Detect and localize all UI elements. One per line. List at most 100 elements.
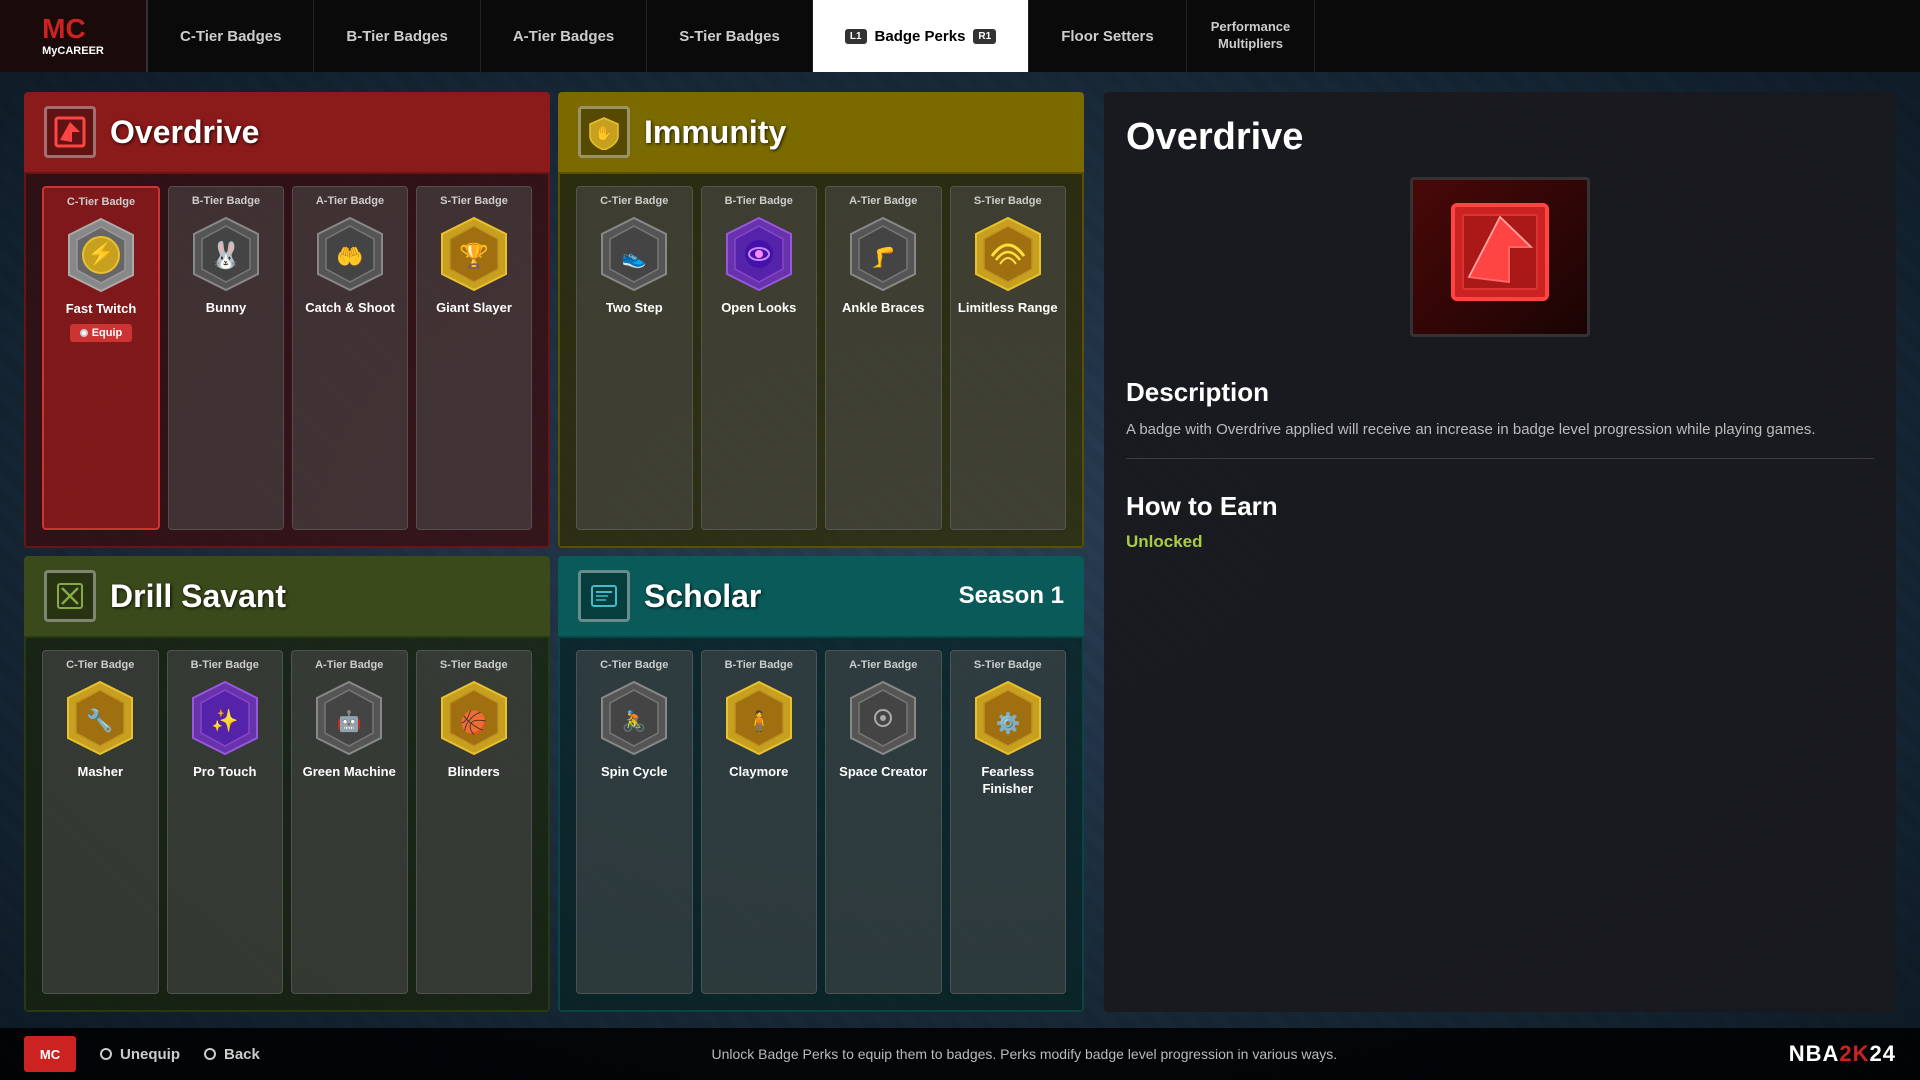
logo-mc-text: MC bbox=[42, 13, 104, 45]
overdrive-s-tier-icon: 🏆 bbox=[434, 214, 514, 294]
immunity-s-tier-slot[interactable]: S-Tier Badge Limitless Range bbox=[950, 186, 1067, 530]
scholar-b-tier-slot[interactable]: B-Tier Badge 🧍 Claymore bbox=[701, 650, 818, 994]
drill-savant-body: C-Tier Badge 🔧 Masher B-Tier Badge bbox=[24, 636, 550, 1012]
badge-perks-tab-inner: L1 Badge Perks R1 bbox=[845, 28, 996, 45]
scholar-s-tier-name: Fearless Finisher bbox=[957, 764, 1060, 798]
scholar-s-tier-slot[interactable]: S-Tier Badge ⚙️ Fearless Finisher bbox=[950, 650, 1067, 994]
scholar-c-tier-slot[interactable]: C-Tier Badge 🚴 Spin Cycle bbox=[576, 650, 693, 994]
overdrive-c-tier-slot[interactable]: C-Tier Badge ⚡ Fast Twitch Equip bbox=[42, 186, 160, 530]
footer-brand-accent: 2K bbox=[1839, 1041, 1869, 1066]
tab-badge-perks[interactable]: L1 Badge Perks R1 bbox=[813, 0, 1029, 72]
footer-logo-text: MC bbox=[40, 1047, 60, 1062]
svg-text:🦵: 🦵 bbox=[871, 245, 896, 269]
detail-description-title: Description bbox=[1126, 377, 1874, 408]
footer-logo: MC bbox=[24, 1036, 76, 1072]
detail-earn-status: Unlocked bbox=[1126, 532, 1874, 552]
drill-savant-title: Drill Savant bbox=[110, 578, 286, 615]
overdrive-c-tier-label: C-Tier Badge bbox=[67, 196, 135, 209]
overdrive-b-tier-label: B-Tier Badge bbox=[192, 195, 260, 208]
tab-b-tier-badges[interactable]: B-Tier Badges bbox=[314, 0, 480, 72]
drill-a-tier-icon: 🤖 bbox=[309, 678, 389, 758]
overdrive-icon bbox=[44, 106, 96, 158]
tab-c-tier-badges[interactable]: C-Tier Badges bbox=[148, 0, 314, 72]
immunity-a-tier-name: Ankle Braces bbox=[842, 300, 924, 317]
badge-perks-label: Badge Perks bbox=[875, 28, 966, 45]
immunity-b-tier-slot[interactable]: B-Tier Badge Open Looks bbox=[701, 186, 818, 530]
drill-c-tier-name: Masher bbox=[77, 764, 123, 781]
immunity-a-tier-slot[interactable]: A-Tier Badge 🦵 Ankle Braces bbox=[825, 186, 942, 530]
r1-button: R1 bbox=[973, 29, 996, 44]
drill-s-tier-slot[interactable]: S-Tier Badge 🏀 Blinders bbox=[416, 650, 533, 994]
overdrive-header: Overdrive bbox=[24, 92, 550, 172]
overdrive-equip-button[interactable]: Equip bbox=[70, 324, 133, 342]
svg-text:✨: ✨ bbox=[211, 708, 238, 733]
svg-text:🤲: 🤲 bbox=[336, 244, 363, 269]
detail-badge-image bbox=[1410, 177, 1590, 337]
scholar-a-tier-slot[interactable]: A-Tier Badge Space Creator bbox=[825, 650, 942, 994]
overdrive-s-tier-slot[interactable]: S-Tier Badge 🏆 Giant Slayer bbox=[416, 186, 532, 530]
detail-panel-title: Overdrive bbox=[1126, 116, 1874, 159]
tab-s-tier-badges[interactable]: S-Tier Badges bbox=[647, 0, 813, 72]
immunity-c-tier-label: C-Tier Badge bbox=[600, 195, 668, 208]
immunity-b-tier-icon bbox=[719, 214, 799, 294]
scholar-body: C-Tier Badge 🚴 Spin Cycle B-Tier Badge bbox=[558, 636, 1084, 1012]
drill-a-tier-slot[interactable]: A-Tier Badge 🤖 Green Machine bbox=[291, 650, 408, 994]
drill-b-tier-label: B-Tier Badge bbox=[191, 659, 259, 672]
overdrive-b-tier-slot[interactable]: B-Tier Badge 🐰 Bunny bbox=[168, 186, 284, 530]
back-label: Back bbox=[224, 1046, 260, 1063]
overdrive-c-tier-name: Fast Twitch bbox=[66, 301, 137, 318]
immunity-s-tier-label: S-Tier Badge bbox=[974, 195, 1042, 208]
tab-a-tier-badges[interactable]: A-Tier Badges bbox=[481, 0, 647, 72]
drill-savant-header: Drill Savant bbox=[24, 556, 550, 636]
overdrive-b-tier-name: Bunny bbox=[206, 300, 246, 317]
overdrive-body: C-Tier Badge ⚡ Fast Twitch Equip bbox=[24, 172, 550, 548]
immunity-body: C-Tier Badge 👟 Two Step B-Tier Badge bbox=[558, 172, 1084, 548]
svg-text:⚙️: ⚙️ bbox=[995, 711, 1020, 735]
nav-tabs: C-Tier Badges B-Tier Badges A-Tier Badge… bbox=[148, 0, 1920, 72]
scholar-header: Scholar Season 1 bbox=[558, 556, 1084, 636]
scholar-b-tier-name: Claymore bbox=[729, 764, 788, 781]
overdrive-a-tier-name: Catch & Shoot bbox=[305, 300, 395, 317]
tab-performance-multipliers[interactable]: PerformanceMultipliers bbox=[1187, 0, 1315, 72]
overdrive-title: Overdrive bbox=[110, 114, 259, 151]
overdrive-a-tier-slot[interactable]: A-Tier Badge 🤲 Catch & Shoot bbox=[292, 186, 408, 530]
immunity-title: Immunity bbox=[644, 114, 786, 151]
overdrive-c-tier-icon: ⚡ bbox=[61, 215, 141, 295]
overdrive-s-tier-name: Giant Slayer bbox=[436, 300, 512, 317]
drill-b-tier-slot[interactable]: B-Tier Badge ✨ Pro Touch bbox=[167, 650, 284, 994]
overdrive-s-tier-label: S-Tier Badge bbox=[440, 195, 508, 208]
scholar-c-tier-icon: 🚴 bbox=[594, 678, 674, 758]
scholar-s-tier-icon: ⚙️ bbox=[968, 678, 1048, 758]
logo-mycareer-text: MyCAREER bbox=[42, 45, 104, 58]
scholar-b-tier-icon: 🧍 bbox=[719, 678, 799, 758]
drill-a-tier-label: A-Tier Badge bbox=[315, 659, 383, 672]
equip-circle-icon bbox=[80, 329, 88, 337]
footer-brand: NBA2K24 bbox=[1789, 1041, 1896, 1067]
unequip-label: Unequip bbox=[120, 1046, 180, 1063]
footer-hint: Unlock Badge Perks to equip them to badg… bbox=[260, 1046, 1789, 1062]
drill-b-tier-icon: ✨ bbox=[185, 678, 265, 758]
drill-c-tier-label: C-Tier Badge bbox=[66, 659, 134, 672]
svg-text:🏆: 🏆 bbox=[459, 242, 489, 270]
scholar-a-tier-icon bbox=[843, 678, 923, 758]
immunity-c-tier-slot[interactable]: C-Tier Badge 👟 Two Step bbox=[576, 186, 693, 530]
drill-s-tier-icon: 🏀 bbox=[434, 678, 514, 758]
unequip-action[interactable]: Unequip bbox=[100, 1046, 180, 1063]
drill-c-tier-icon: 🔧 bbox=[60, 678, 140, 758]
scholar-a-tier-label: A-Tier Badge bbox=[849, 659, 917, 672]
detail-earn-title: How to Earn bbox=[1126, 491, 1874, 522]
unequip-circle-icon bbox=[100, 1048, 112, 1060]
svg-text:🐰: 🐰 bbox=[210, 240, 242, 270]
detail-description-text: A badge with Overdrive applied will rece… bbox=[1126, 418, 1874, 442]
scholar-s-tier-label: S-Tier Badge bbox=[974, 659, 1042, 672]
back-action[interactable]: Back bbox=[204, 1046, 260, 1063]
drill-c-tier-slot[interactable]: C-Tier Badge 🔧 Masher bbox=[42, 650, 159, 994]
drill-s-tier-label: S-Tier Badge bbox=[440, 659, 508, 672]
overdrive-a-tier-icon: 🤲 bbox=[310, 214, 390, 294]
tab-floor-setters[interactable]: Floor Setters bbox=[1029, 0, 1187, 72]
main-content: Overdrive C-Tier Badge ⚡ Fast Twitch bbox=[0, 72, 1920, 1028]
l1-button: L1 bbox=[845, 29, 867, 44]
footer: MC Unequip Back Unlock Badge Perks to eq… bbox=[0, 1028, 1920, 1080]
back-circle-icon bbox=[204, 1048, 216, 1060]
overdrive-panel: Overdrive C-Tier Badge ⚡ Fast Twitch bbox=[24, 92, 550, 548]
